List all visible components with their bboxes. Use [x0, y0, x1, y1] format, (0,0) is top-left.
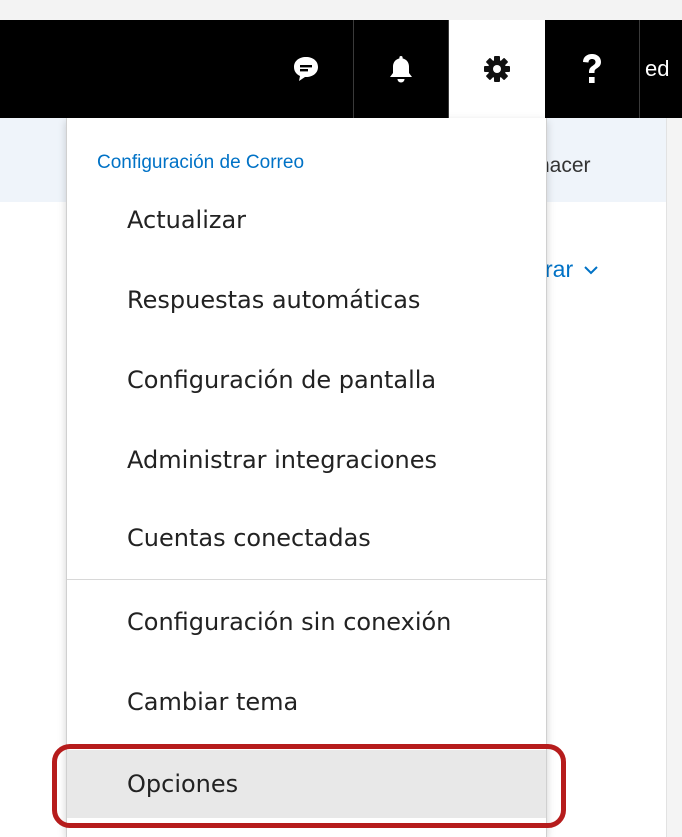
reading-pane-edge [666, 118, 682, 837]
filter-label: rar [545, 256, 574, 282]
menu-item-label: Respuestas automáticas [127, 286, 421, 314]
feedback-button[interactable] [259, 20, 353, 118]
menu-item-cuentas-conectadas[interactable]: Cuentas conectadas [67, 508, 546, 568]
top-strip [0, 0, 682, 20]
menu-item-administrar-integraciones[interactable]: Administrar integraciones [67, 430, 546, 490]
notifications-button[interactable] [354, 20, 448, 118]
menu-item-label: Cambiar tema [127, 688, 299, 716]
page: ed hacer rar Configuración de Correo Act… [0, 0, 682, 837]
menu-item-cambiar-tema[interactable]: Cambiar tema [67, 672, 546, 732]
bell-icon [390, 56, 412, 83]
menu-item-configuracion-sin-conexion[interactable]: Configuración sin conexión [67, 592, 546, 652]
menu-item-opciones[interactable]: Opciones [67, 750, 546, 818]
menu-item-actualizar[interactable]: Actualizar [67, 190, 546, 250]
menu-item-configuracion-de-pantalla[interactable]: Configuración de pantalla [67, 350, 546, 410]
menu-item-label: Opciones [127, 770, 239, 798]
settings-dropdown-menu: Configuración de Correo Actualizar Respu… [66, 118, 547, 837]
background-pane [0, 118, 66, 837]
top-navigation-bar: ed [0, 20, 682, 118]
help-button[interactable] [546, 20, 638, 118]
menu-item-label: Cuentas conectadas [127, 524, 371, 552]
menu-item-respuestas-automaticas[interactable]: Respuestas automáticas [67, 270, 546, 330]
filter-button[interactable]: rar [545, 256, 599, 283]
separator [639, 20, 640, 118]
menu-item-label: Administrar integraciones [127, 446, 438, 474]
gear-icon [484, 56, 510, 82]
chat-icon [294, 57, 318, 81]
settings-button[interactable] [449, 20, 545, 118]
menu-title: Configuración de Correo [97, 152, 305, 173]
user-name-label[interactable]: ed [645, 56, 669, 82]
menu-item-label: Configuración sin conexión [127, 608, 452, 636]
help-icon [583, 54, 601, 83]
menu-divider [67, 579, 546, 580]
menu-item-label: Actualizar [127, 206, 247, 234]
chevron-down-icon [584, 265, 598, 274]
menu-item-label: Configuración de pantalla [127, 366, 437, 394]
